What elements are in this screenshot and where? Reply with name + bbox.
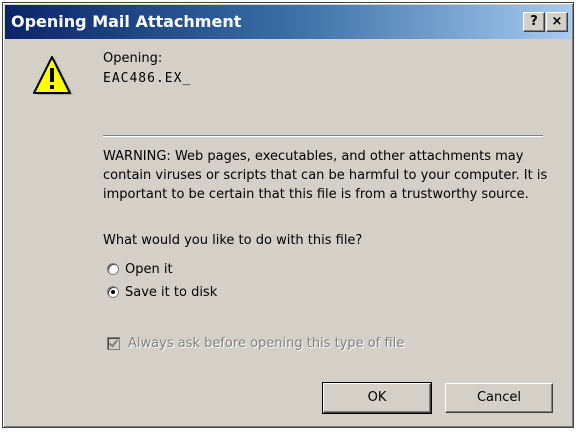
save-to-disk-radio[interactable] [107,286,119,298]
help-button[interactable]: ? [523,12,545,32]
save-to-disk-option[interactable]: Save it to disk [107,283,217,301]
attachment-filename: EAC486.EX_ [103,71,192,86]
open-it-option[interactable]: Open it [107,260,173,278]
close-button[interactable]: × [546,12,568,32]
always-ask-checkbox [107,336,120,350]
window-title: Opening Mail Attachment [11,12,242,31]
warning-icon [31,55,75,99]
cancel-button[interactable]: Cancel [445,383,553,413]
warning-message: WARNING: Web pages, executables, and oth… [103,149,548,202]
always-ask-option: Always ask before opening this type of f… [107,334,404,352]
ok-button[interactable]: OK [322,382,432,414]
title-bar[interactable]: Opening Mail Attachment ? × [5,5,571,39]
action-question: What would you like to do with this file… [103,233,363,248]
save-to-disk-label: Save it to disk [125,284,218,300]
open-it-label: Open it [125,261,173,277]
open-it-radio[interactable] [107,263,119,275]
always-ask-label: Always ask before opening this type of f… [128,335,405,351]
separator [103,135,543,137]
opening-label: Opening: [103,51,163,66]
dialog-window: Opening Mail Attachment ? × Opening: EAC… [2,2,574,428]
